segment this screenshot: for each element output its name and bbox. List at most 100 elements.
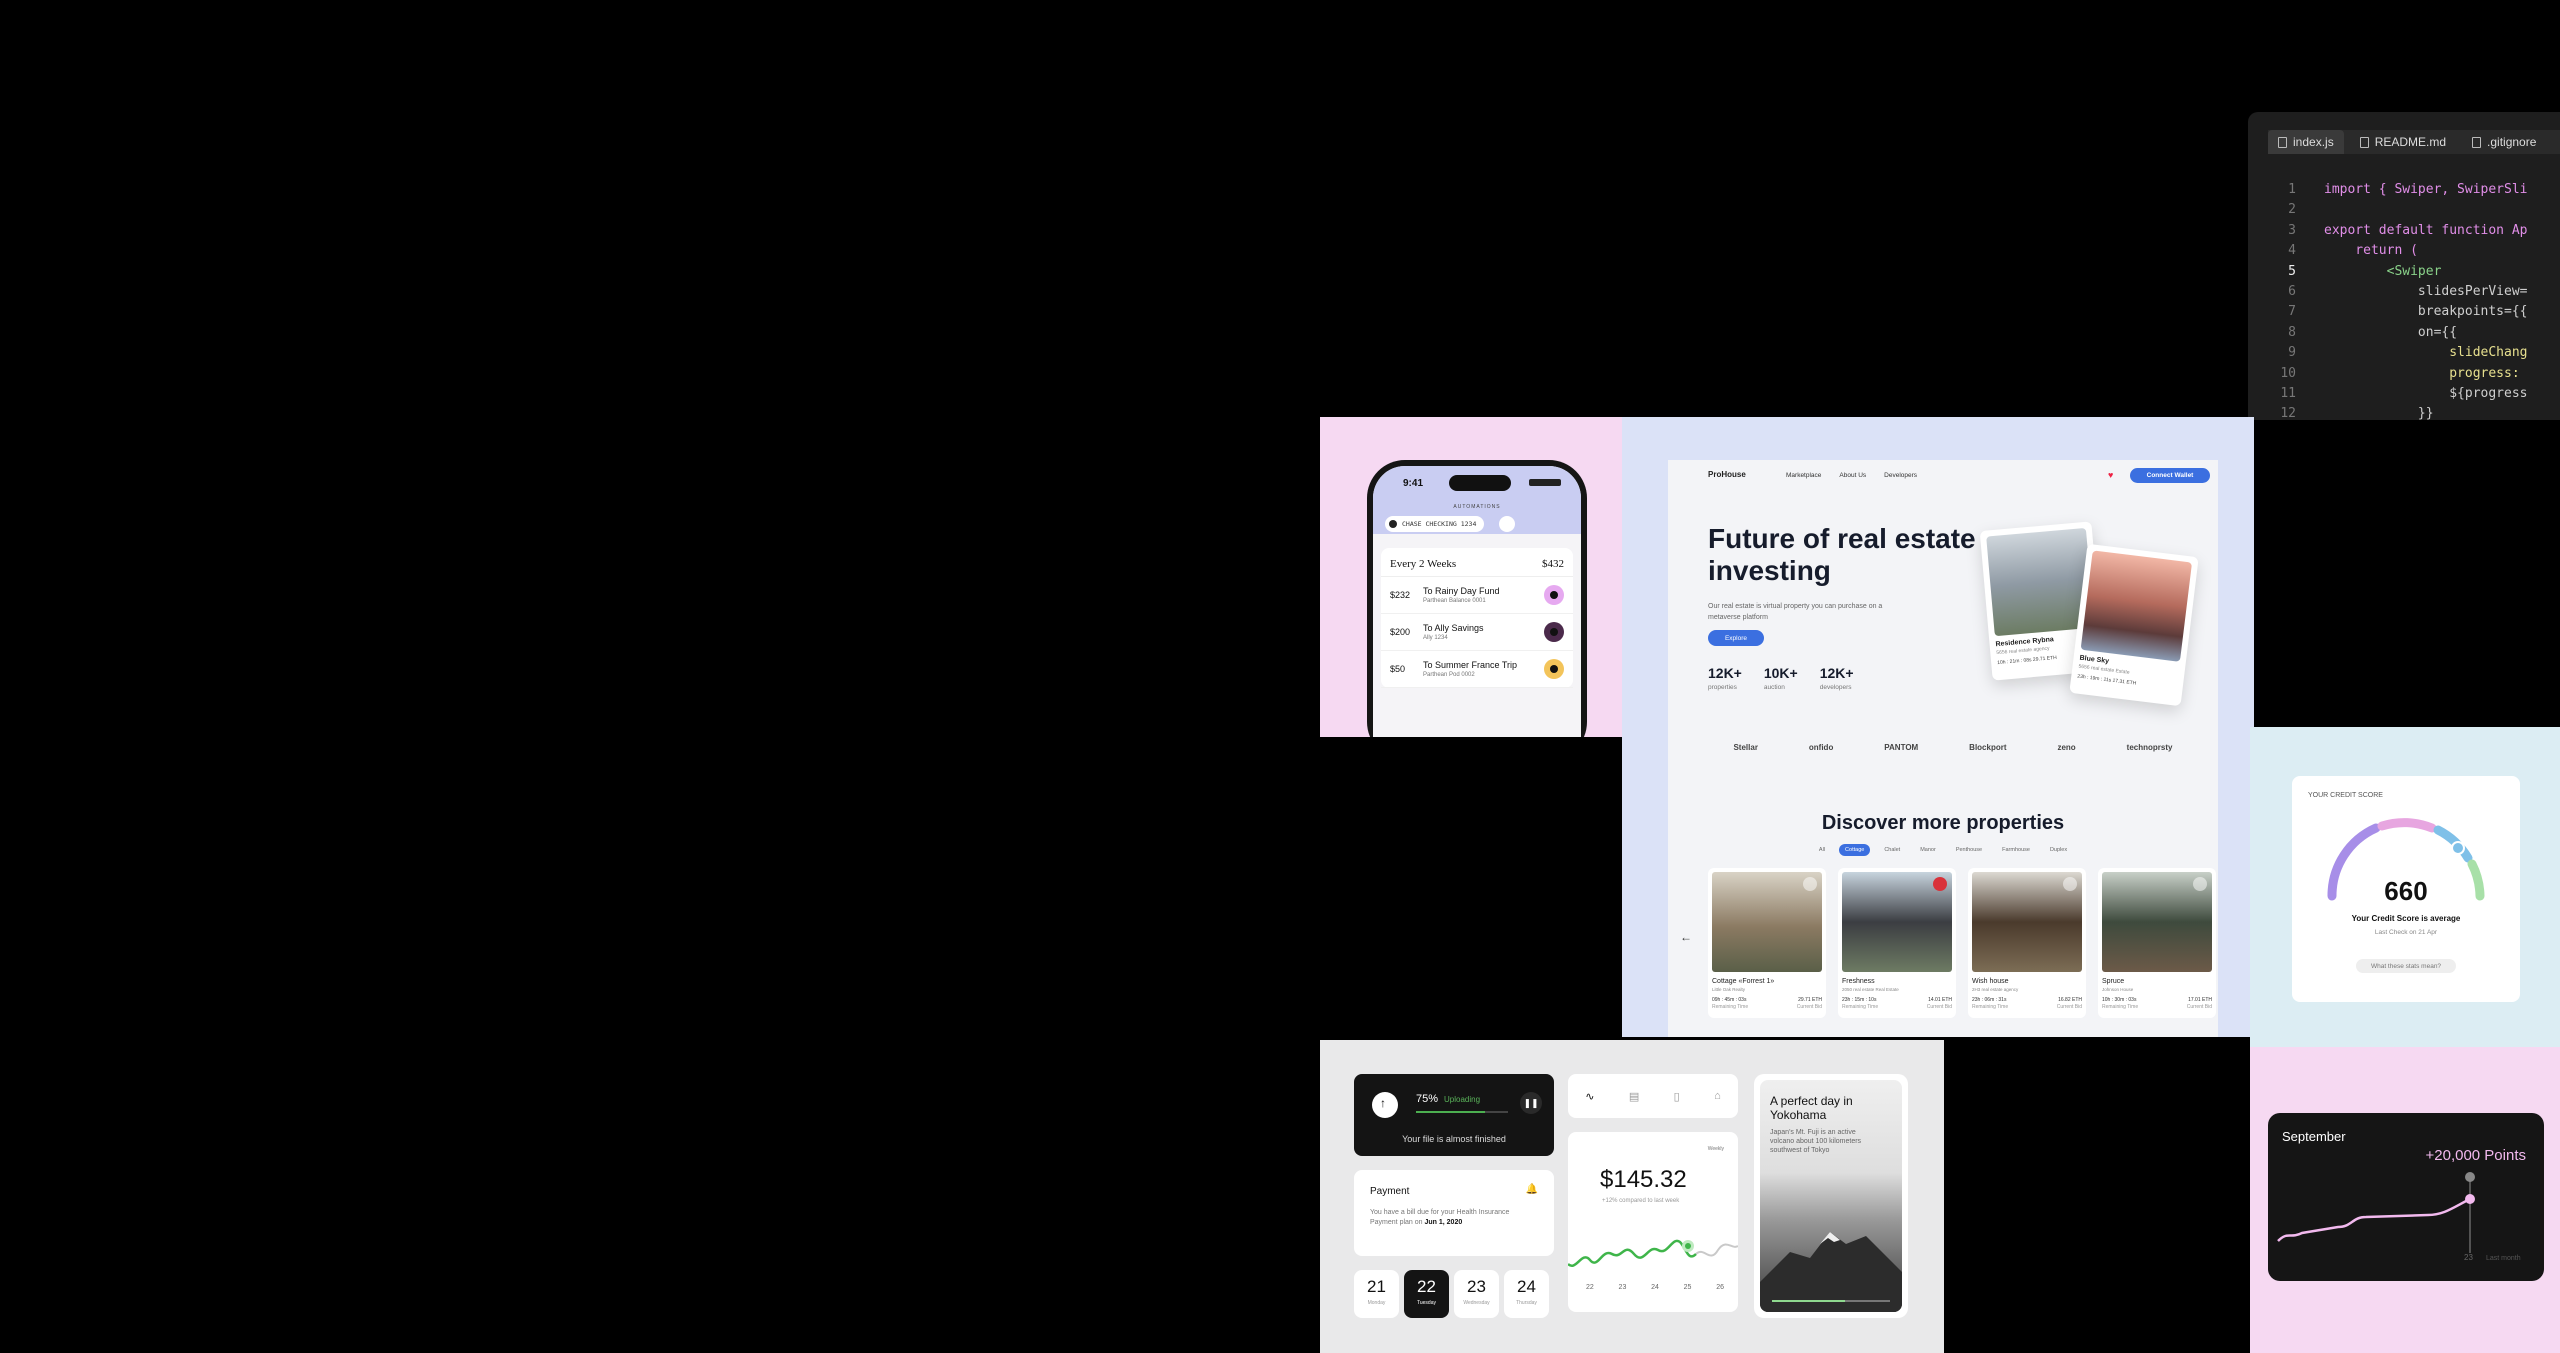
nav-marketplace[interactable]: Marketplace — [1786, 472, 1821, 479]
partner-logo: zeno — [2057, 743, 2076, 752]
filter-chip[interactable]: All — [1813, 844, 1831, 856]
hero-property-card[interactable]: Blue Sky 5656 real estate Estate 23h : 1… — [2069, 543, 2199, 707]
current-bid: 17.01 ETH — [2188, 997, 2212, 1003]
nav-developers[interactable]: Developers — [1884, 472, 1917, 479]
day-item[interactable]: 24 Thursday — [1504, 1270, 1549, 1318]
property-photo — [1712, 872, 1822, 972]
filter-chip[interactable]: Cottage — [1839, 844, 1871, 856]
day-number: 21 — [1367, 1277, 1386, 1296]
stat-value: 12K+ — [1819, 665, 1854, 681]
balance-widget: Weekly $145.32 +12% compared to last wee… — [1568, 1132, 1738, 1312]
remaining-time-label: Remaining Time — [2102, 1004, 2139, 1010]
account-selector[interactable]: CHASE CHECKING 1234 — [1385, 516, 1485, 532]
mountain-illustration — [1760, 1232, 1902, 1312]
wifi-icon[interactable] — [1499, 516, 1515, 532]
code-line: 7 breakpoints={{ — [2268, 302, 2528, 322]
list-icon[interactable]: ▤ — [1629, 1090, 1639, 1103]
stat-label: developers — [1819, 684, 1852, 691]
property-name: Wish house — [1972, 978, 2009, 985]
favorite-icon[interactable] — [1933, 877, 1947, 891]
automation-row[interactable]: $200 To Ally Savings Ally 1234 — [1381, 614, 1573, 651]
x-label: 23 — [1618, 1284, 1627, 1291]
code-text: <Swiper — [2324, 263, 2442, 279]
remaining-time: 23h : 06m : 31s — [1972, 997, 2007, 1003]
pause-icon[interactable]: ❚❚ — [1520, 1092, 1542, 1114]
filter-chip[interactable]: Farmhouse — [1996, 844, 2036, 856]
editor-tabs: index.js README.md .gitignore — [2268, 130, 2560, 154]
credit-status: Your Credit Score is average — [2351, 914, 2461, 923]
property-filters: All Cottage Chalet Manor Penthouse Farmhouse D… — [1668, 844, 2218, 856]
heart-icon[interactable]: ♥ — [2108, 470, 2113, 480]
progress-ring-icon — [1544, 659, 1564, 679]
code-lines[interactable]: 1 import { Swiper, SwiperSli 2 3 export defa… — [2268, 180, 2528, 420]
period-select[interactable]: Weekly — [1708, 1146, 1724, 1152]
arrow-left-icon[interactable]: ← — [1680, 930, 1692, 944]
screen-label: AUTOMATIONS — [1453, 504, 1501, 510]
connect-wallet-button[interactable]: Connect Wallet — [2130, 468, 2210, 483]
upload-icon — [1372, 1092, 1398, 1118]
explore-button[interactable]: Explore — [1708, 630, 1764, 646]
tab-gitignore[interactable]: .gitignore — [2462, 130, 2546, 154]
code-line: 8 on={{ — [2268, 323, 2528, 343]
real-estate-panel: ProHouse Marketplace About Us Developers… — [1622, 417, 2254, 1037]
automation-row[interactable]: $232 To Rainy Day Fund Parthean Balance 00… — [1381, 577, 1573, 614]
favorite-icon[interactable] — [1803, 877, 1817, 891]
line-number: 3 — [2288, 222, 2296, 238]
schedule-total: $432 — [1542, 558, 1564, 570]
partner-logo: technoprsty — [2126, 743, 2173, 752]
filter-chip[interactable]: Penthouse — [1950, 844, 1988, 856]
filter-chip[interactable]: Manor — [1914, 844, 1942, 856]
day-weekday: Tuesday — [1417, 1300, 1436, 1306]
partner-logo: Blockport — [1969, 743, 2007, 752]
property-card[interactable]: Cottage «Forrest 1» Little Oak Realty 09h … — [1708, 868, 1826, 1018]
code-line: 2 — [2268, 200, 2528, 220]
filter-chip[interactable]: Duplex — [2044, 844, 2073, 856]
day-item[interactable]: 21 Monday — [1354, 1270, 1399, 1318]
code-text: slideChang — [2324, 345, 2528, 361]
progress-ring-icon — [1544, 585, 1564, 605]
day-item[interactable]: 23 Wednesday — [1454, 1270, 1499, 1318]
document-icon[interactable]: ▯ — [1674, 1090, 1680, 1103]
file-icon — [2359, 136, 2369, 148]
x-label: 26 — [1716, 1284, 1724, 1291]
status-icons — [1529, 479, 1561, 486]
tab-index-js[interactable]: index.js — [2268, 130, 2344, 154]
automation-account: Parthean Pod 0002 — [1423, 672, 1475, 678]
automation-title: To Ally Savings — [1423, 623, 1484, 633]
code-text: breakpoints={{ — [2324, 304, 2528, 320]
balance-sparkline — [1568, 1239, 1738, 1267]
stat-value: 12K+ — [1708, 665, 1742, 681]
brand-logo[interactable]: ProHouse — [1708, 470, 1746, 479]
code-line: 1 import { Swiper, SwiperSli — [2268, 180, 2527, 200]
credit-score-card: YOUR CREDIT SCORE 660 Your Credit Score … — [2292, 776, 2520, 1002]
line-number: 2 — [2288, 202, 2296, 218]
favorite-icon[interactable] — [2193, 877, 2207, 891]
balance-value: $145.32 — [1600, 1166, 1687, 1193]
bell-icon[interactable]: 🔔 — [1526, 1184, 1538, 1195]
code-line: 5 <Swiper — [2268, 262, 2528, 282]
code-line: 11 ${progress — [2268, 384, 2527, 404]
line-number: 11 — [2280, 386, 2296, 402]
day-item[interactable]: 22 Tuesday — [1404, 1270, 1449, 1318]
upload-widget: 75% Uploading ❚❚ Your file is almost fin… — [1354, 1074, 1554, 1156]
file-icon — [2278, 136, 2287, 148]
property-agency: Little Oak Realty — [1712, 987, 1746, 992]
discover-heading: Discover more properties — [1821, 812, 2065, 834]
line-number: 4 — [2288, 243, 2296, 259]
automation-row[interactable]: $50 To Summer France Trip Parthean Pod 000… — [1381, 651, 1573, 688]
current-bid-label: Current Bid — [1926, 1004, 1952, 1010]
remaining-time: 10h : 30m : 03s — [2102, 997, 2137, 1003]
property-card[interactable]: Wish house 2H3 real estate agency 23h : 06… — [1968, 868, 2086, 1018]
partner-logos: Stellar onfido PANTOM Blockport zeno tec… — [1668, 743, 2218, 752]
stats-info-button[interactable]: What these stats mean? — [2356, 959, 2456, 973]
nav-about-us[interactable]: About Us — [1839, 472, 1866, 479]
property-card[interactable]: Freshness 2050 real estate Real Estate 23h… — [1838, 868, 1956, 1018]
activity-icon[interactable]: ∿ — [1585, 1090, 1594, 1103]
tab-readme[interactable]: README.md — [2350, 130, 2456, 154]
filter-chip[interactable]: Chalet — [1878, 844, 1906, 856]
home-icon[interactable]: ⌂ — [1714, 1090, 1721, 1102]
travel-widget[interactable]: A perfect day in Yokohama Japan's Mt. Fu… — [1754, 1074, 1908, 1318]
property-card[interactable]: Spruce Johnson House 10h : 30m : 03s 17.01 … — [2098, 868, 2216, 1018]
chart-x-labels: 22 23 24 25 26 — [1586, 1284, 1724, 1291]
favorite-icon[interactable] — [2063, 877, 2077, 891]
